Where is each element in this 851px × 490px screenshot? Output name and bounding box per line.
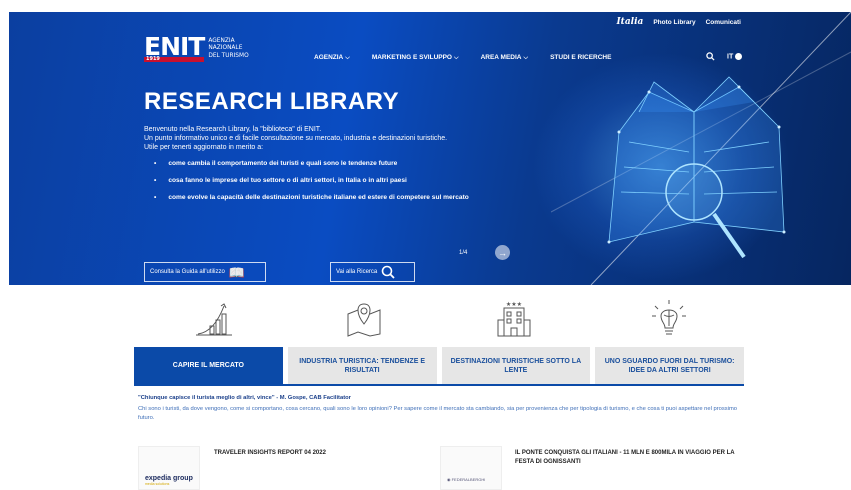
federalberghi-logo: ◉ FEDERALBERGHI xyxy=(447,477,486,482)
logo-subtitle: AGENZIA NAZIONALE DEL TURISMO xyxy=(208,37,249,59)
nav-item-studi[interactable]: STUDI E RICERCHE xyxy=(550,54,611,62)
map-pin-icon xyxy=(347,303,381,337)
category-tabs: CAPIRE IL MERCATO INDUSTRIA TURISTICA: T… xyxy=(134,347,744,384)
nav-right: IT xyxy=(706,52,743,61)
expedia-logo-sub: media solutions xyxy=(145,482,170,486)
article-title[interactable]: IL PONTE CONQUISTA GLI ITALIANI - 11 MLN… xyxy=(515,449,755,467)
chevron-down-icon: ⌵ xyxy=(454,55,459,61)
italia-link[interactable]: Italia xyxy=(616,17,643,27)
category-icons: ★★★ xyxy=(134,298,744,342)
search-icon xyxy=(381,265,395,279)
chevron-down-icon: ⌵ xyxy=(523,55,529,61)
expedia-logo: expedia group media solutions xyxy=(145,475,193,486)
intro-line-1: Benvenuto nella Research Library, la "bi… xyxy=(144,126,322,133)
slide-pager: 1/4 xyxy=(459,250,468,256)
section-quote: "Chiunque capisce il turista meglio di a… xyxy=(138,395,351,401)
section-description: Chi sono i turisti, da dove vengono, com… xyxy=(138,406,738,421)
bullet-item: come evolve la capacità delle destinazio… xyxy=(154,194,469,201)
comunicati-link[interactable]: Comunicati xyxy=(706,19,741,26)
guide-button-label: Consulta la Guida all'utilizzo xyxy=(150,269,225,275)
tab-destinazioni-turistiche[interactable]: DESTINAZIONI TURISTICHE SOTTO LA LENTE xyxy=(441,347,591,384)
growth-chart-icon xyxy=(196,303,232,336)
search-icon[interactable] xyxy=(706,52,715,61)
federalberghi-logo-text: FEDERALBERGHI xyxy=(451,477,486,482)
tab-underline xyxy=(134,384,744,386)
language-selector[interactable]: IT xyxy=(727,52,743,61)
bullet-item: come cambia il comportamento dei turisti… xyxy=(154,160,469,167)
language-label: IT xyxy=(727,53,734,61)
hero-bullets: come cambia il comportamento dei turisti… xyxy=(154,160,469,211)
intro-line-3: Utile per tenerti aggiornato in merito a… xyxy=(144,144,264,151)
top-utility-bar: Italia Photo Library Comunicati xyxy=(616,17,741,27)
globe-icon xyxy=(735,52,743,60)
expedia-logo-text: expedia group xyxy=(145,475,193,482)
hotel-building-icon: ★★★ xyxy=(497,301,531,337)
logo-mark: ENIT 1919 xyxy=(144,34,205,62)
nav-item-area-media[interactable]: AREA MEDIA ⌵ xyxy=(481,54,529,62)
tab-sguardo-fuori[interactable]: UNO SGUARDO FUORI DAL TURISMO: IDEE DA A… xyxy=(595,347,744,384)
svg-text:★★★: ★★★ xyxy=(506,301,522,308)
main-nav: AGENZIA ⌵ MARKETING E SVILUPPO ⌵ AREA MEDI… xyxy=(314,54,611,62)
article-thumbnail[interactable]: expedia group media solutions xyxy=(138,446,200,490)
hero-intro: Benvenuto nella Research Library, la "bi… xyxy=(144,125,564,152)
bullet-item: cosa fanno le imprese del tuo settore o … xyxy=(154,177,469,184)
book-illustration xyxy=(607,76,786,259)
next-slide-button[interactable]: → xyxy=(495,245,510,260)
intro-line-2: Un punto informativo unico e di facile c… xyxy=(144,135,448,142)
guide-button[interactable]: Consulta la Guida all'utilizzo 📖 xyxy=(144,262,266,282)
search-button[interactable]: Vai alla Ricerca xyxy=(330,262,415,282)
book-open-icon: 📖 xyxy=(228,264,246,280)
chevron-down-icon: ⌵ xyxy=(345,55,350,61)
nav-item-agenzia[interactable]: AGENZIA ⌵ xyxy=(314,54,350,62)
tab-capire-il-mercato[interactable]: CAPIRE IL MERCATO xyxy=(134,347,283,384)
tab-industria-turistica[interactable]: INDUSTRIA TURISTICA: TENDENZE E RISULTAT… xyxy=(287,347,437,384)
nav-item-marketing[interactable]: MARKETING E SVILUPPO ⌵ xyxy=(372,54,459,62)
arrow-right-icon: → xyxy=(498,247,507,258)
photo-library-link[interactable]: Photo Library xyxy=(653,19,695,26)
article-thumbnail[interactable]: ◉ FEDERALBERGHI xyxy=(440,446,502,490)
hero-banner: Italia Photo Library Comunicati ENIT 191… xyxy=(9,12,851,285)
enit-logo[interactable]: ENIT 1919 AGENZIA NAZIONALE DEL TURISMO xyxy=(144,34,249,62)
page-title: RESEARCH LIBRARY xyxy=(144,88,400,115)
article-title[interactable]: TRAVELER INSIGHTS REPORT 04 2022 xyxy=(214,449,326,458)
logo-line-3: DEL TURISMO xyxy=(208,50,249,59)
brain-lightbulb-icon xyxy=(652,300,686,335)
search-button-label: Vai alla Ricerca xyxy=(336,269,378,275)
